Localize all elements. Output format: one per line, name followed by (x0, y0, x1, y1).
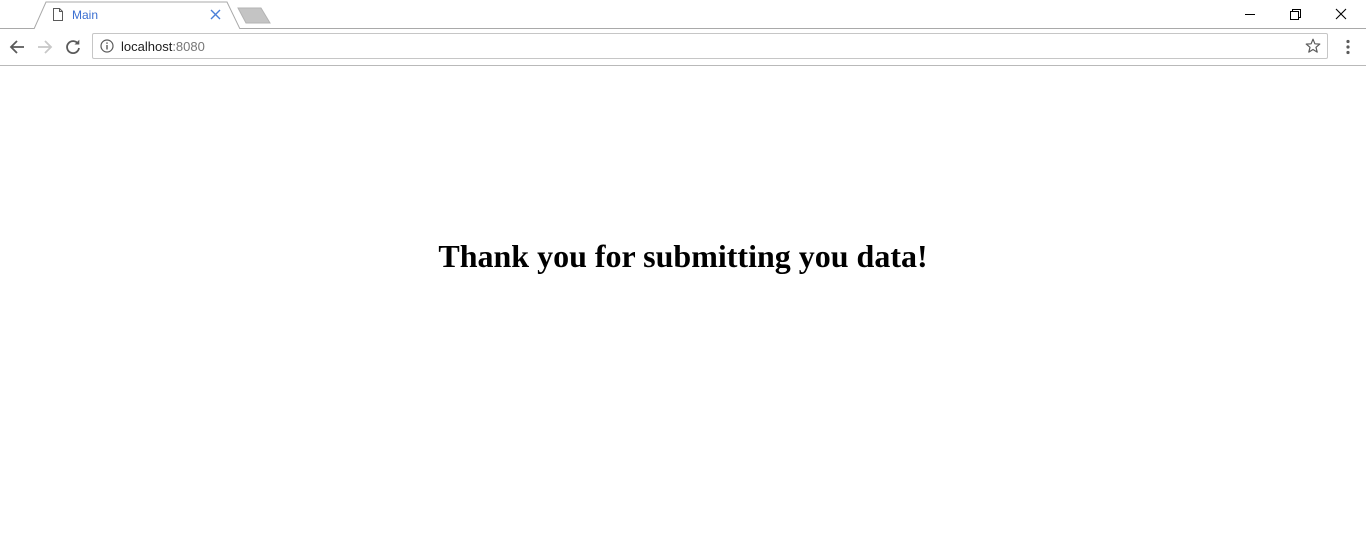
vertical-dots-icon (1346, 39, 1350, 55)
info-icon[interactable] (100, 39, 114, 53)
page-heading: Thank you for submitting you data! (438, 238, 928, 274)
star-icon[interactable] (1305, 38, 1321, 54)
back-button[interactable] (6, 36, 28, 58)
arrow-left-icon (9, 40, 24, 54)
page-icon (53, 8, 63, 21)
url-port: :8080 (172, 39, 205, 54)
page-content: Thank you for submitting you data! (0, 66, 1366, 547)
new-tab-icon[interactable] (236, 7, 272, 24)
url-host: localhost (121, 39, 173, 54)
minimize-button[interactable] (1227, 0, 1273, 28)
tab-strip: Main (0, 0, 1366, 29)
tab-main[interactable]: Main (34, 1, 240, 29)
arrow-right-icon (38, 40, 53, 54)
browser-window: Main localhost:8080 Thank you for submit… (0, 0, 1366, 547)
restore-button[interactable] (1272, 0, 1318, 28)
close-icon[interactable] (210, 9, 221, 20)
close-icon (1335, 8, 1347, 20)
forward-button[interactable] (34, 36, 56, 58)
reload-icon (66, 39, 80, 54)
browser-toolbar: localhost:8080 (0, 29, 1366, 66)
minimize-icon (1244, 13, 1255, 15)
tab-title: Main (72, 8, 99, 22)
browser-menu-button[interactable] (1338, 36, 1358, 58)
address-bar[interactable]: localhost:8080 (92, 33, 1328, 59)
reload-button[interactable] (62, 36, 84, 58)
window-close-button[interactable] (1318, 0, 1364, 28)
restore-icon (1289, 8, 1301, 20)
address-url[interactable]: localhost:8080 (121, 38, 205, 55)
